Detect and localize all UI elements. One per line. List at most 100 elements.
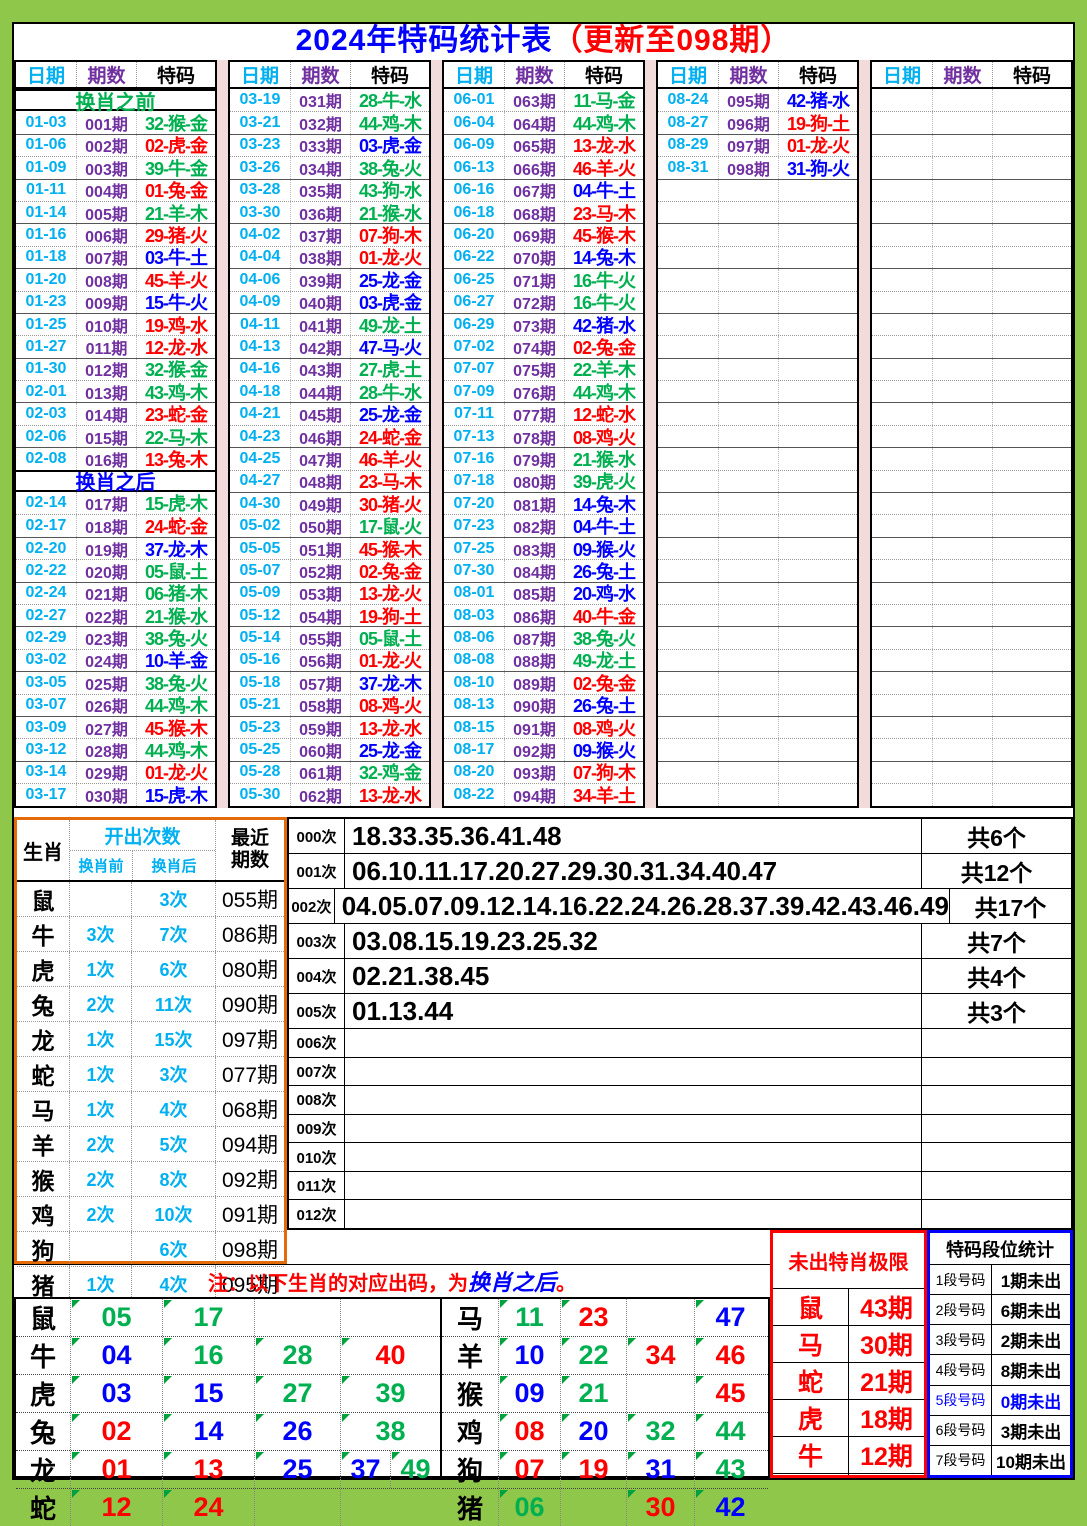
cell-special-code [992, 269, 1071, 291]
table-row: 05-16 056期 01-龙-火 [230, 648, 429, 671]
table-row: 07-07 075期 22-羊-木 [444, 357, 643, 380]
cell-period: 075期 [504, 358, 564, 380]
mapping-number: 34 [626, 1337, 694, 1374]
mapping-row: 蛇 12 24 [16, 1488, 440, 1526]
cell-special-code [992, 425, 1071, 448]
zstats-zodiac: 鸡 [31, 1203, 55, 1229]
period-group-4: 日期 期数 特码 08-24 095期 42-猪-水 08-27 096期 19-狗-土 08-2… [656, 60, 859, 808]
cell-date: 02-01 [25, 382, 67, 400]
cell-special-code: 15-虎-木 [136, 492, 215, 515]
table-row: 01-25 010期 19-鸡-水 [16, 312, 215, 336]
frequency-total [921, 1029, 1071, 1057]
cell-special-code: 13-龙-水 [564, 134, 643, 156]
cell-special-code [992, 739, 1071, 761]
table-row: 03-19 031期 28-牛-水 [230, 89, 429, 112]
cell-special-code [992, 157, 1071, 179]
overdue-period [848, 1474, 924, 1475]
table-row [658, 290, 857, 313]
cell-period [932, 672, 992, 694]
cell-period [932, 582, 992, 604]
table-row: 05-25 060期 25-龙-金 [230, 738, 429, 761]
cell-date: 02-20 [25, 539, 67, 557]
cell-special-code: 45-羊-火 [136, 269, 215, 291]
frequency-total [921, 1171, 1071, 1200]
mapping-number: 38 [340, 1413, 440, 1450]
cell-date: 04-11 [239, 315, 281, 333]
cell-date: 08-31 [667, 158, 709, 176]
mapping-zodiac: 兔 [29, 1418, 56, 1448]
cell-period: 047期 [290, 448, 350, 470]
table-row: 08-29 097期 01-龙-火 [658, 133, 857, 156]
table-row: 08-13 090期 26-兔-土 [444, 693, 643, 716]
zstats-header-counts: 开出次数 换肖前 换肖后 [69, 820, 215, 880]
table-row: 08-20 093期 07-狗-木 [444, 760, 643, 783]
zstats-recent-period: 090期 [215, 987, 284, 1021]
frequency-numbers: 06.10.11.17.20.27.29.30.31.34.40.47 [352, 855, 778, 886]
table-row: 01-27 011期 12-龙-水 [16, 335, 215, 358]
table-row: 02-01 013期 43-鸡-木 [16, 380, 215, 403]
mapping-row: 鼠 05 17 [16, 1299, 440, 1336]
table-row: 05-18 057期 37-龙-木 [230, 671, 429, 694]
cell-date: 06-16 [453, 181, 495, 199]
cell-date: 05-18 [239, 673, 281, 691]
cell-special-code: 26-兔-土 [564, 560, 643, 582]
cell-special-code: 03-牛-土 [136, 246, 215, 268]
cell-period: 043期 [290, 358, 350, 380]
cell-date [872, 202, 932, 223]
cell-period: 094期 [504, 784, 564, 806]
mapping-row: 兔 02 14 26 38 [16, 1412, 440, 1450]
cell-period [718, 336, 778, 358]
cell-date [872, 627, 932, 648]
cell-date: 04-23 [239, 427, 281, 445]
frequency-row: 010次 [289, 1142, 1071, 1171]
zstats-row: 狗 6次 098期 [17, 1231, 284, 1266]
cell-period: 061期 [290, 761, 350, 783]
table-row [872, 760, 1071, 784]
overdue-row: 马 30期 [773, 1325, 924, 1362]
cell-period: 067期 [504, 179, 564, 201]
mapping-zodiac: 马 [456, 1304, 483, 1334]
mapping-number [340, 1299, 440, 1336]
cell-special-code: 20-鸡-水 [564, 582, 643, 604]
cell-date: 03-09 [25, 718, 67, 736]
frequency-row: 011次 [289, 1170, 1071, 1200]
frequency-label: 010次 [289, 1143, 345, 1171]
cell-period: 037期 [290, 224, 350, 246]
frequency-label: 004次 [289, 959, 345, 993]
cell-period: 040期 [290, 291, 350, 313]
cell-period [718, 761, 778, 784]
cell-period [932, 493, 992, 515]
cell-special-code: 44-鸡-木 [136, 694, 215, 716]
mapping-number: 39 [340, 1375, 440, 1412]
cell-special-code [992, 201, 1071, 224]
cell-period [932, 269, 992, 291]
cell-period: 083期 [504, 537, 564, 560]
cell-period: 058期 [290, 694, 350, 716]
zstats-zodiac: 虎 [31, 958, 55, 984]
cell-period [718, 403, 778, 425]
cell-date: 06-25 [453, 270, 495, 288]
zodiac-mapping-table-right: 马 11 23 47 羊 10 22 34 46 猴 09 21 45 鸡 08 20 32 44 狗 07 19 31 4… [442, 1297, 770, 1526]
frequency-label: 003次 [289, 924, 345, 958]
cell-date: 04-27 [239, 472, 281, 490]
table-row: 08-08 088期 49-龙-土 [444, 648, 643, 671]
cell-period: 046期 [290, 425, 350, 448]
table-row [872, 424, 1071, 448]
cell-date: 08-03 [453, 606, 495, 624]
cell-special-code: 39-牛-金 [136, 157, 215, 179]
cell-date: 01-16 [25, 226, 67, 244]
table-row: 06-18 068期 23-马-木 [444, 200, 643, 224]
table-row [658, 245, 857, 269]
frequency-total [921, 1200, 1071, 1229]
cell-special-code: 37-龙-木 [350, 672, 429, 694]
cell-period: 056期 [290, 649, 350, 671]
header-period: 期数 [504, 62, 564, 87]
cell-special-code: 09-猴-火 [564, 537, 643, 560]
cell-period: 015期 [76, 425, 136, 448]
table-row [872, 223, 1071, 246]
cell-special-code [778, 313, 857, 336]
cell-period: 003期 [76, 157, 136, 179]
table-row: 04-21 045期 25-龙-金 [230, 402, 429, 425]
cell-period: 084期 [504, 560, 564, 582]
cell-special-code: 23-马-木 [350, 470, 429, 492]
